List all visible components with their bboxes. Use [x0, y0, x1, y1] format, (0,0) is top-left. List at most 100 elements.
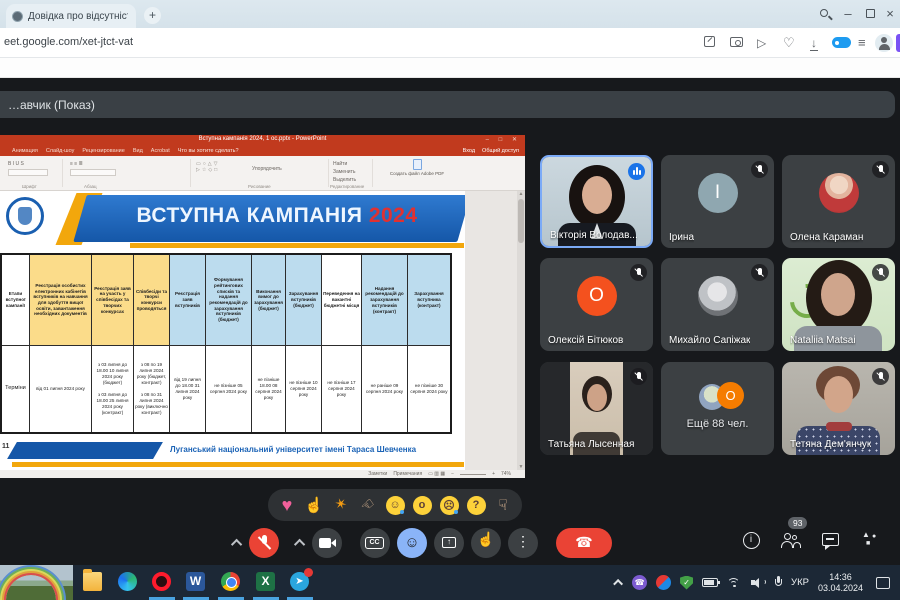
battery-icon[interactable]	[702, 578, 721, 587]
ppt-zoom-slider[interactable]	[460, 473, 487, 475]
wifi-icon[interactable]	[727, 577, 742, 589]
action-center-icon[interactable]	[876, 576, 890, 589]
reaction-thumbs-down-button[interactable]: ☟	[492, 494, 514, 516]
leave-call-button[interactable]: ☎	[556, 528, 612, 558]
ppt-tab-review[interactable]: Рецензирование	[82, 148, 124, 154]
participant-tile-iryna[interactable]: І Ірина	[661, 155, 774, 248]
volume-icon[interactable]	[751, 577, 767, 589]
tray-app-icon[interactable]	[656, 575, 672, 590]
raise-hand-button[interactable]: ☝	[471, 528, 501, 558]
ppt-comments-button[interactable]: Примечания	[393, 471, 422, 477]
ppt-font-controls[interactable]: B I U S	[8, 161, 24, 167]
ppt-view-icons[interactable]: ▭ ▥ ▦	[428, 471, 445, 477]
mic-muted-button[interactable]	[249, 528, 279, 558]
ppt-sign-in[interactable]: Вход	[463, 148, 475, 154]
table-header: Реєстрація заяв вступників	[170, 255, 205, 346]
defender-shield-icon[interactable]: ✓	[680, 575, 694, 590]
reaction-thumbs-up-button[interactable]: ☝	[303, 494, 325, 516]
participant-tile-tetiana[interactable]: Тетяна Дем'янчук	[782, 362, 895, 455]
clock[interactable]: 14:36 03.04.2024	[818, 572, 863, 594]
excel-icon[interactable]: X	[256, 572, 275, 591]
ppt-notes-button[interactable]: Заметки	[368, 471, 387, 477]
chrome-icon[interactable]	[221, 572, 240, 591]
participant-tile-more[interactable]: О Ещё 88 чел.	[661, 362, 774, 455]
chat-panel-button[interactable]	[820, 530, 842, 552]
ppt-zoom-out[interactable]: −	[451, 471, 454, 477]
telegram-icon[interactable]: ➤	[290, 568, 313, 591]
table-cell: від 01 липня 2024 року	[36, 386, 85, 392]
ppt-scrollbar[interactable]: ▲ ▼	[517, 191, 525, 470]
ppt-window-title: Вступна кампанія 2024, 1 ос.pptx - Power…	[198, 136, 327, 142]
camera-options-chevron-icon[interactable]	[293, 538, 306, 551]
ppt-font-box[interactable]	[8, 169, 48, 176]
captions-button[interactable]: CC	[360, 528, 390, 558]
tray-mic-icon[interactable]	[774, 576, 782, 589]
ppt-tab-animation[interactable]: Анимация	[12, 148, 38, 154]
ppt-shapes-gallery[interactable]: ▭○△▽ ▷☆◇□	[196, 161, 248, 173]
scroll-up-icon[interactable]: ▲	[517, 191, 525, 197]
download-icon[interactable]: ↓	[810, 36, 818, 51]
people-panel-button[interactable]: 93	[780, 517, 808, 552]
tray-time: 14:36	[829, 571, 852, 582]
language-indicator[interactable]: УКР	[791, 577, 809, 588]
participant-tile-mykhailo[interactable]: Михайло Сапіжак	[661, 258, 774, 351]
ppt-zoom-level[interactable]: 74%	[501, 471, 511, 477]
edge-icon[interactable]	[118, 572, 137, 591]
reaction-sparkling-heart-button[interactable]: ♥	[276, 494, 298, 516]
tray-expand-icon[interactable]	[613, 578, 624, 589]
file-explorer-icon[interactable]	[83, 569, 102, 591]
participant-tile-nataliia[interactable]: Nataliia Matsai	[782, 258, 895, 351]
ppt-arrange-button[interactable]: Упорядочить	[252, 166, 282, 172]
participant-tile-viktoriia[interactable]: Вікторія Володав...	[540, 155, 653, 248]
viber-icon[interactable]: ☎	[632, 575, 648, 590]
avatar	[697, 276, 738, 316]
minimize-button[interactable]: –	[840, 7, 856, 21]
present-screen-button[interactable]: ↑	[434, 528, 464, 558]
meeting-details-button[interactable]: i	[740, 530, 762, 552]
scroll-thumb[interactable]	[518, 199, 524, 243]
url-field[interactable]: eet.google.com/xet-jtct-vat	[4, 36, 133, 48]
share-page-icon[interactable]	[704, 36, 715, 47]
ppt-tell-me[interactable]: Что вы хотите сделать?	[178, 148, 239, 154]
word-icon[interactable]: W	[186, 572, 205, 591]
admission-table: Етапи вступної кампанії Терміни Реєстраці…	[0, 253, 452, 434]
browser-tab[interactable]: Довідка про відсутність б	[6, 4, 136, 28]
reactions-toggle-button[interactable]: ☺	[397, 528, 427, 558]
table-cell: не пізніше 05 серпня 2024 року	[209, 383, 248, 394]
reaction-clapping-button[interactable]: ☜	[357, 494, 379, 517]
snapshot-icon[interactable]	[730, 37, 743, 47]
maximize-button[interactable]	[866, 9, 875, 18]
participant-tile-oleksii[interactable]: О Олексій Бітюков	[540, 258, 653, 351]
ppt-paragraph-controls[interactable]: ≡ ≡ ≣	[70, 161, 83, 167]
profile-icon[interactable]	[875, 34, 893, 52]
reaction-astonished-button[interactable]: o	[411, 494, 433, 516]
ppt-create-pdf-button[interactable]: Создать файл Adobe PDF	[378, 159, 456, 187]
ppt-editing-buttons[interactable]: Найти Заменить Выделить	[333, 160, 356, 184]
reaction-joy-button[interactable]: ☺	[384, 494, 406, 516]
more-options-button[interactable]: ⋮	[508, 528, 538, 558]
windows-taskbar: W X ➤ ☎ ✓ УКР 14:36 03.04.2024	[0, 565, 900, 600]
tune-icon[interactable]: ≡	[858, 36, 866, 50]
participant-tile-tatiana[interactable]: Татьяна Лысенная	[540, 362, 653, 455]
opera-icon[interactable]	[152, 572, 171, 591]
send-icon[interactable]: ▷	[757, 36, 766, 50]
reaction-thinking-button[interactable]: ?	[465, 494, 487, 516]
reaction-party-popper-button[interactable]: ✶	[330, 494, 352, 516]
close-button[interactable]: ×	[882, 7, 898, 21]
activities-button[interactable]: ▲ ● ■	[860, 530, 882, 552]
camera-button[interactable]	[312, 528, 342, 558]
ppt-zoom-in[interactable]: +	[492, 471, 495, 477]
ppt-tab-view[interactable]: Вид	[133, 148, 143, 154]
ppt-share-button[interactable]: Общий доступ	[482, 148, 519, 154]
participant-tile-olena[interactable]: Олена Караман	[782, 155, 895, 248]
bookmark-heart-icon[interactable]: ♡	[783, 36, 795, 50]
ppt-tab-acrobat[interactable]: Acrobat	[151, 148, 170, 154]
search-icon[interactable]	[820, 9, 828, 17]
new-tab-button[interactable]: +	[144, 7, 161, 24]
ppt-tab-slideshow[interactable]: Слайд-шоу	[46, 148, 75, 154]
reaction-crying-button[interactable]: ☹	[438, 494, 460, 516]
ppt-paragraph-box[interactable]	[70, 169, 116, 176]
mic-options-chevron-icon[interactable]	[230, 538, 243, 551]
vpn-badge-icon[interactable]	[832, 37, 851, 48]
sidebar-handle-icon[interactable]	[896, 34, 900, 52]
